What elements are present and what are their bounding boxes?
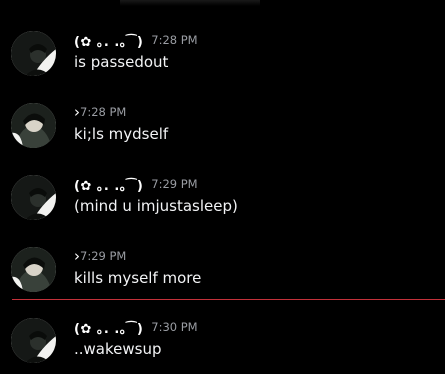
message-item[interactable]: › 7:28 PM ki;ls mydself: [0, 103, 445, 167]
username[interactable]: (✿ ｡. .｡ ͡ ): [74, 31, 143, 50]
message-text: (mind u imjustasleep): [74, 197, 238, 215]
message-header: › 7:29 PM: [74, 247, 126, 265]
avatar-image: [11, 247, 56, 292]
message-item[interactable]: (✿ ｡. .｡ ͡ ) 7:28 PM is passedout: [0, 31, 445, 95]
username[interactable]: (✿ ｡. .｡ ͡ ): [74, 318, 143, 337]
message-header: (✿ ｡. .｡ ͡ ) 7:28 PM: [74, 31, 198, 50]
timestamp: 7:29 PM: [80, 249, 127, 263]
avatar[interactable]: [11, 175, 56, 220]
message-header: (✿ ｡. .｡ ͡ ) 7:29 PM: [74, 175, 198, 194]
message-text: ki;ls mydself: [74, 125, 169, 143]
scroll-edge-shadow: [120, 0, 260, 6]
avatar[interactable]: [11, 31, 56, 76]
username[interactable]: (✿ ｡. .｡ ͡ ): [74, 175, 143, 194]
avatar-image: [11, 31, 56, 76]
message-header: › 7:28 PM: [74, 103, 126, 121]
avatar-image: [11, 103, 56, 148]
avatar[interactable]: [11, 318, 56, 363]
new-messages-divider: [12, 299, 445, 300]
message-item[interactable]: (✿ ｡. .｡ ͡ ) 7:29 PM (mind u imjustaslee…: [0, 175, 445, 239]
timestamp: 7:28 PM: [80, 105, 127, 119]
message-text: is passedout: [74, 53, 169, 71]
avatar[interactable]: [11, 103, 56, 148]
timestamp: 7:30 PM: [151, 320, 198, 334]
timestamp: 7:29 PM: [151, 177, 198, 191]
avatar-image: [11, 175, 56, 220]
message-item[interactable]: › 7:29 PM kills myself more: [0, 247, 445, 311]
chat-log: (✿ ｡. .｡ ͡ ) 7:28 PM is passedout › 7:28…: [0, 0, 445, 374]
message-text: ..wakewsup: [74, 340, 162, 358]
avatar[interactable]: [11, 247, 56, 292]
message-item[interactable]: (✿ ｡. .｡ ͡ ) 7:30 PM ..wakewsup: [0, 318, 445, 374]
message-header: (✿ ｡. .｡ ͡ ) 7:30 PM: [74, 318, 198, 337]
timestamp: 7:28 PM: [151, 33, 198, 47]
message-text: kills myself more: [74, 269, 202, 287]
avatar-image: [11, 318, 56, 363]
